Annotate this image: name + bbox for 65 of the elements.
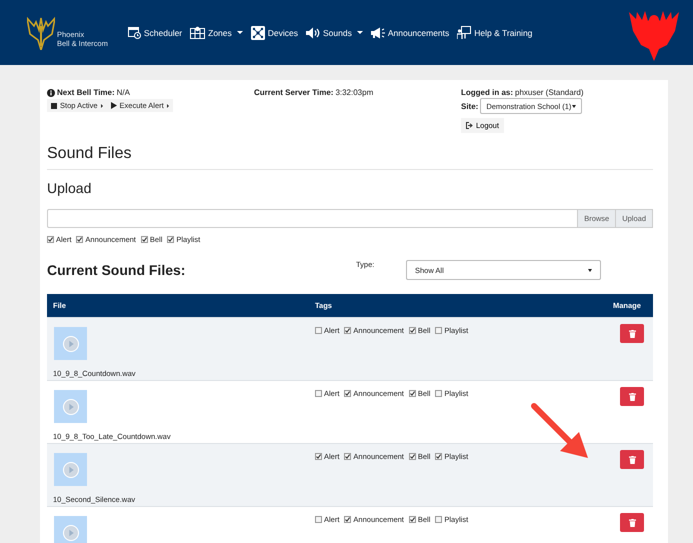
delete-button[interactable] — [620, 387, 644, 406]
speaker-icon — [306, 26, 320, 38]
caret-icon — [572, 104, 576, 108]
page-title: Sound Files — [47, 145, 653, 170]
delete-button[interactable] — [620, 513, 644, 532]
checkbox[interactable] — [408, 327, 416, 334]
checkbox[interactable] — [47, 236, 54, 243]
phoenix-logo-icon — [27, 16, 55, 50]
checkbox[interactable] — [344, 390, 352, 397]
field-label: Current Server Time: — [254, 88, 334, 97]
network-icon — [250, 26, 265, 40]
file-input[interactable] — [47, 209, 578, 228]
checkbox[interactable] — [408, 390, 416, 397]
megaphone-icon — [370, 26, 385, 38]
stop-icon — [51, 102, 57, 108]
checkbox[interactable] — [344, 453, 352, 460]
caret-icon — [166, 104, 169, 108]
checkbox[interactable] — [315, 327, 322, 334]
checkbox[interactable] — [435, 516, 442, 523]
calendar-clock-icon — [128, 26, 141, 39]
checkbox[interactable] — [435, 453, 442, 460]
section-title: Current Sound Files: — [47, 262, 186, 278]
caret-icon — [588, 268, 592, 272]
trash-icon — [628, 330, 636, 338]
field-label: Logged in as: — [461, 88, 513, 97]
checkbox[interactable] — [435, 327, 442, 334]
field-label: Site: — [461, 102, 478, 110]
nav-link[interactable]: Announcements — [370, 26, 450, 38]
audio-thumbnail[interactable] — [54, 327, 87, 360]
info-icon — [47, 88, 55, 96]
checkbox[interactable] — [344, 327, 352, 334]
field-value: N/A — [116, 88, 130, 97]
delete-button[interactable] — [620, 450, 644, 469]
delete-button[interactable] — [620, 324, 644, 343]
checkbox[interactable] — [315, 516, 322, 523]
checkbox[interactable] — [315, 453, 322, 460]
presentation-icon — [457, 26, 472, 39]
checkbox[interactable] — [344, 516, 352, 523]
nav-link[interactable]: Help & Training — [457, 26, 532, 39]
checkbox[interactable] — [76, 236, 84, 243]
field-label: Next Bell Time: — [57, 88, 115, 97]
checkbox[interactable] — [408, 516, 416, 523]
audio-thumbnail[interactable] — [54, 516, 87, 543]
checkbox[interactable] — [167, 236, 174, 243]
sign-out-icon — [466, 122, 473, 129]
caret-icon — [100, 104, 103, 108]
nav-link[interactable]: Scheduler — [128, 26, 182, 39]
checkbox[interactable] — [140, 236, 148, 243]
trash-icon — [628, 518, 636, 526]
field-value: phxuser (Standard) — [515, 88, 584, 97]
checkbox[interactable] — [408, 453, 416, 460]
annotation-arrow — [530, 402, 590, 460]
section-title: Upload — [47, 180, 92, 196]
map-icon — [190, 26, 206, 39]
audio-thumbnail[interactable] — [54, 453, 87, 486]
trash-icon — [628, 456, 636, 464]
nav-link[interactable]: Devices — [250, 26, 298, 40]
trash-icon — [628, 392, 636, 400]
nav-link[interactable]: Sounds — [306, 26, 363, 38]
checkbox[interactable] — [315, 390, 322, 397]
audio-thumbnail[interactable] — [54, 390, 87, 423]
checkbox[interactable] — [435, 390, 442, 397]
nav-link[interactable]: Zones — [190, 26, 243, 39]
play-icon — [110, 102, 117, 109]
field-value: 3:32:03pm — [335, 88, 374, 97]
